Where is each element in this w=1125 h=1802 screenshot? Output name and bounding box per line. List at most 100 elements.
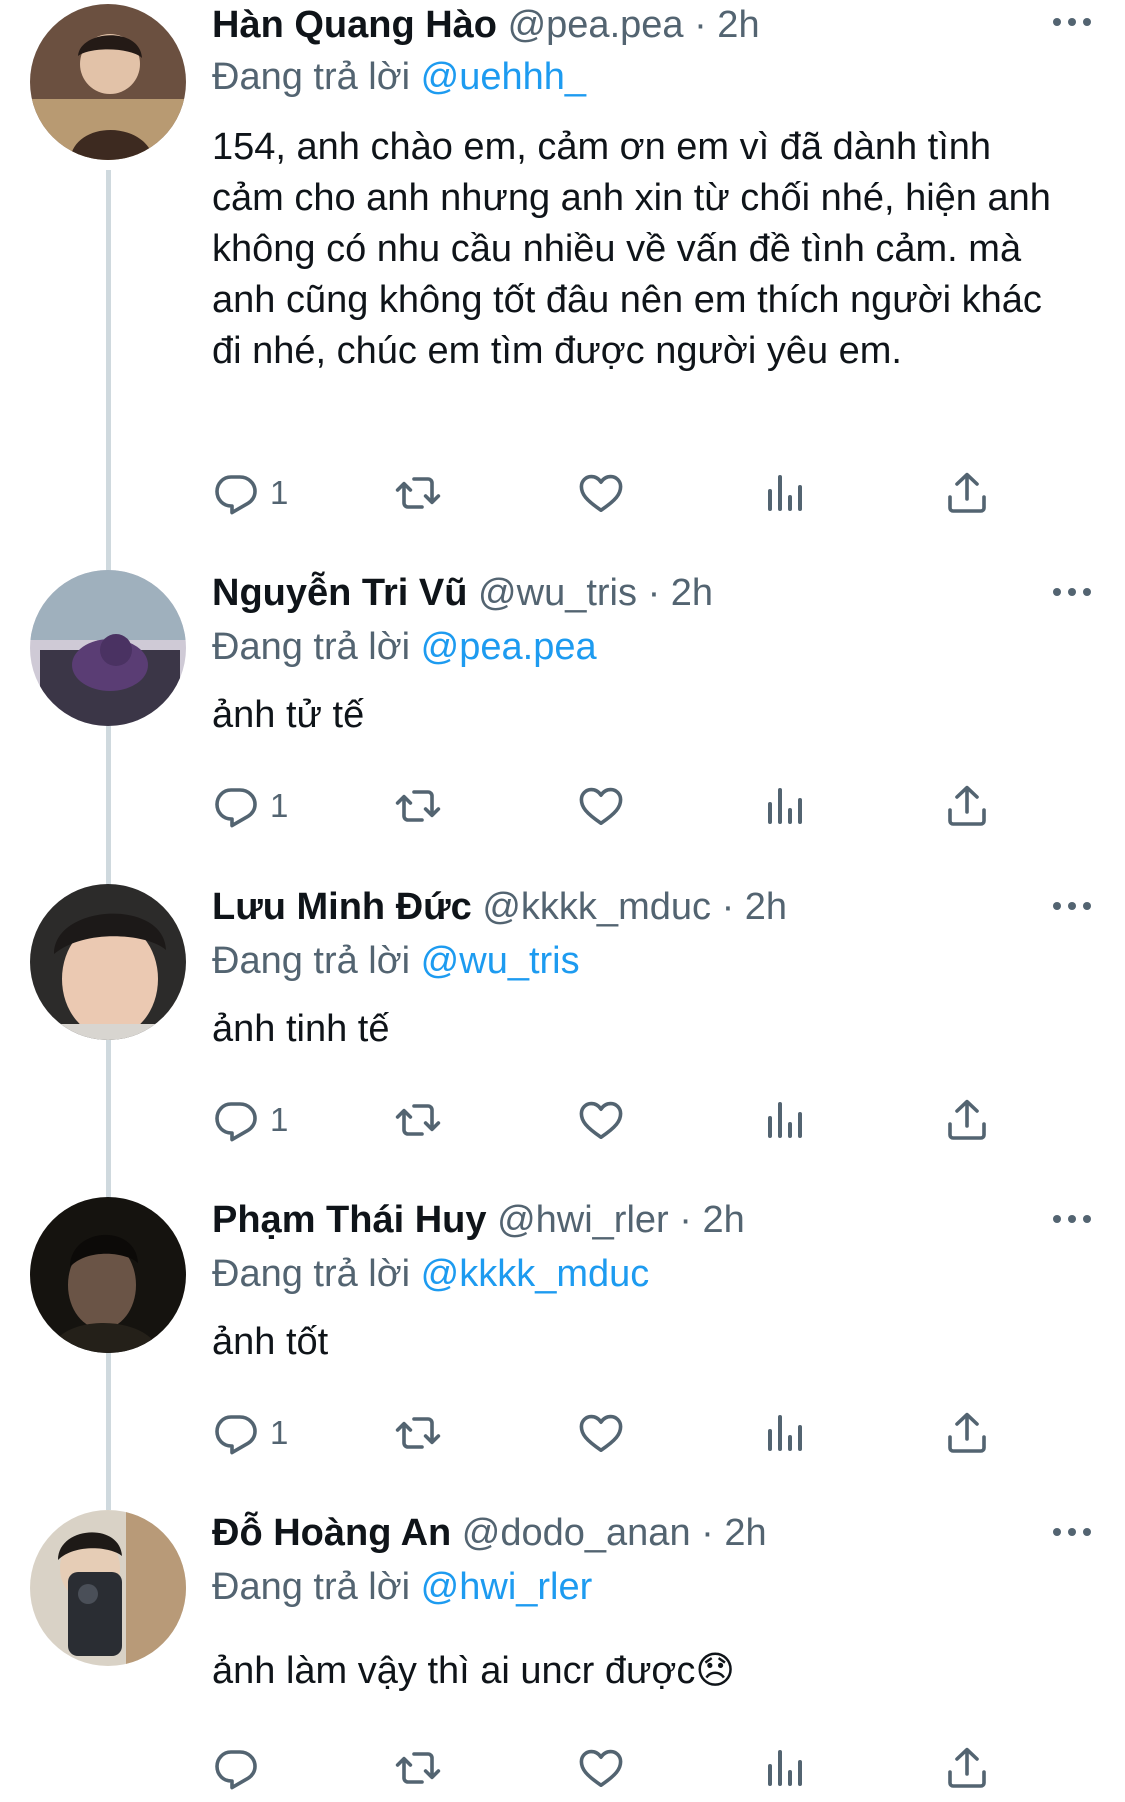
replying-label: Đang trả lời xyxy=(212,626,411,668)
retweet-button[interactable] xyxy=(394,780,442,832)
share-button[interactable] xyxy=(943,1407,991,1459)
retweet-icon xyxy=(394,1744,442,1792)
reply-icon xyxy=(212,1744,260,1792)
retweet-button[interactable] xyxy=(394,467,442,519)
tweet[interactable]: Phạm Thái Huy @hwi_rler · 2h Đang trả lờ… xyxy=(0,1197,1125,1487)
retweet-button[interactable] xyxy=(394,1094,442,1146)
tweet-text: ảnh làm vậy thì ai uncr được😞 xyxy=(212,1650,735,1692)
timestamp[interactable]: · 2h xyxy=(694,4,759,46)
reply-icon xyxy=(212,1409,260,1457)
views-icon xyxy=(760,1409,808,1457)
retweet-button[interactable] xyxy=(394,1407,442,1459)
action-bar: 1 xyxy=(212,1094,1012,1146)
reply-button[interactable]: 1 xyxy=(212,1407,288,1459)
replying-to: Đang trả lời @pea.pea xyxy=(212,624,597,670)
timestamp[interactable]: · 2h xyxy=(648,572,713,614)
tweet-header: Nguyễn Tri Vũ @wu_tris · 2h xyxy=(212,570,713,616)
share-button[interactable] xyxy=(943,467,991,519)
reply-button[interactable]: 1 xyxy=(212,780,288,832)
mention-link[interactable]: @kkkk_mduc xyxy=(421,1253,650,1295)
more-icon[interactable] xyxy=(1051,898,1093,914)
views-icon xyxy=(760,469,808,517)
tweet[interactable]: Nguyễn Tri Vũ @wu_tris · 2h Đang trả lời… xyxy=(0,570,1125,860)
like-icon xyxy=(577,1744,625,1792)
reply-icon xyxy=(212,782,260,830)
handle[interactable]: @dodo_anan xyxy=(462,1512,691,1554)
like-icon xyxy=(577,1409,625,1457)
share-button[interactable] xyxy=(943,1094,991,1146)
reply-button[interactable] xyxy=(212,1742,270,1794)
retweet-button[interactable] xyxy=(394,1742,442,1794)
share-icon xyxy=(943,469,991,517)
more-icon[interactable] xyxy=(1051,14,1093,30)
handle[interactable]: @hwi_rler xyxy=(497,1199,669,1241)
action-bar: 1 xyxy=(212,467,1012,519)
tweet-header: Lưu Minh Đức @kkkk_mduc · 2h xyxy=(212,884,787,930)
views-button[interactable] xyxy=(760,1407,808,1459)
mention-link[interactable]: @hwi_rler xyxy=(421,1566,593,1608)
avatar[interactable] xyxy=(30,570,186,726)
handle[interactable]: @pea.pea xyxy=(508,4,684,46)
tweet-text: 154, anh chào em, cảm ơn em vì đã dành t… xyxy=(212,126,1051,372)
reply-button[interactable]: 1 xyxy=(212,467,288,519)
display-name[interactable]: Hàn Quang Hào xyxy=(212,4,497,46)
views-button[interactable] xyxy=(760,1742,808,1794)
action-bar xyxy=(212,1742,1012,1794)
timestamp[interactable]: · 2h xyxy=(701,1512,766,1554)
display-name[interactable]: Đỗ Hoàng An xyxy=(212,1512,451,1554)
more-icon[interactable] xyxy=(1051,1524,1093,1540)
action-bar: 1 xyxy=(212,1407,1012,1459)
like-icon xyxy=(577,1096,625,1144)
avatar[interactable] xyxy=(30,1197,186,1353)
reply-icon xyxy=(212,1096,260,1144)
handle[interactable]: @kkkk_mduc xyxy=(482,886,711,928)
tweet-text: ảnh tốt xyxy=(212,1321,329,1363)
display-name[interactable]: Nguyễn Tri Vũ xyxy=(212,572,467,614)
views-button[interactable] xyxy=(760,467,808,519)
display-name[interactable]: Phạm Thái Huy xyxy=(212,1199,487,1241)
share-icon xyxy=(943,1744,991,1792)
mention-link[interactable]: @pea.pea xyxy=(421,626,597,668)
like-button[interactable] xyxy=(577,1407,625,1459)
replying-label: Đang trả lời xyxy=(212,56,411,98)
avatar[interactable] xyxy=(30,1510,186,1666)
tweet-header: Đỗ Hoàng An @dodo_anan · 2h xyxy=(212,1510,767,1556)
replying-label: Đang trả lời xyxy=(212,940,411,982)
timestamp[interactable]: · 2h xyxy=(679,1199,744,1241)
display-name[interactable]: Lưu Minh Đức xyxy=(212,886,472,928)
retweet-icon xyxy=(394,782,442,830)
retweet-icon xyxy=(394,1096,442,1144)
like-button[interactable] xyxy=(577,1742,625,1794)
retweet-icon xyxy=(394,1409,442,1457)
like-button[interactable] xyxy=(577,1094,625,1146)
avatar[interactable] xyxy=(30,4,186,160)
tweet[interactable]: Hàn Quang Hào @pea.pea · 2h Đang trả lời… xyxy=(0,0,1125,500)
more-icon[interactable] xyxy=(1051,584,1093,600)
mention-link[interactable]: @uehhh_ xyxy=(421,56,586,98)
more-icon[interactable] xyxy=(1051,1211,1093,1227)
views-icon xyxy=(760,1096,808,1144)
share-button[interactable] xyxy=(943,780,991,832)
views-button[interactable] xyxy=(760,1094,808,1146)
replying-to: Đang trả lời @uehhh_ xyxy=(212,54,586,100)
reply-count: 1 xyxy=(270,1414,289,1451)
like-button[interactable] xyxy=(577,780,625,832)
share-button[interactable] xyxy=(943,1742,991,1794)
share-icon xyxy=(943,782,991,830)
views-button[interactable] xyxy=(760,780,808,832)
tweet[interactable]: Đỗ Hoàng An @dodo_anan · 2h Đang trả lời… xyxy=(0,1510,1125,1802)
handle[interactable]: @wu_tris xyxy=(478,572,637,614)
like-icon xyxy=(577,782,625,830)
reply-count: 1 xyxy=(270,787,289,824)
timestamp[interactable]: · 2h xyxy=(722,886,787,928)
tweet[interactable]: Lưu Minh Đức @kkkk_mduc · 2h Đang trả lờ… xyxy=(0,884,1125,1174)
mention-link[interactable]: @wu_tris xyxy=(421,940,580,982)
reply-button[interactable]: 1 xyxy=(212,1094,288,1146)
replying-label: Đang trả lời xyxy=(212,1566,411,1608)
tweet-text: ảnh tử tế xyxy=(212,694,365,736)
like-button[interactable] xyxy=(577,467,625,519)
views-icon xyxy=(760,782,808,830)
share-icon xyxy=(943,1096,991,1144)
avatar[interactable] xyxy=(30,884,186,1040)
tweet-header: Phạm Thái Huy @hwi_rler · 2h xyxy=(212,1197,745,1243)
